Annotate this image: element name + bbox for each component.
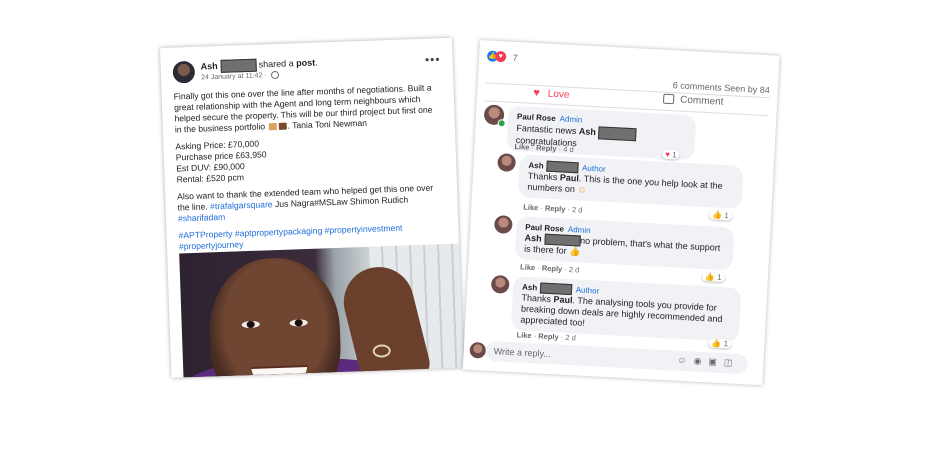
love-reaction-icon: ♥ [665, 149, 671, 160]
comment-text-part: is there for [523, 243, 567, 256]
camera-icon[interactable]: ◉ [693, 356, 708, 367]
comment-age[interactable]: 2 d [569, 265, 580, 275]
comment-text-part: numbers on [527, 181, 576, 195]
commenter-name[interactable]: Ash [528, 161, 544, 171]
hashtag-link[interactable]: #trafalgarsquare [210, 199, 273, 211]
comment-reaction[interactable]: ♥ 1 [662, 149, 680, 160]
post-timestamp[interactable]: 24 January at 11:42 · [201, 70, 279, 82]
like-reaction-icon: 👍 [704, 272, 716, 282]
globe-icon [270, 70, 279, 80]
post-line-text: in the business portfolio [174, 121, 266, 135]
comment-age[interactable]: 4 d [563, 145, 574, 155]
post-paragraph-1: Finally got this one over the line after… [174, 82, 445, 135]
comment-reply-button[interactable]: Reply [545, 204, 566, 214]
commenter-avatar[interactable] [493, 215, 513, 234]
author-badge: Author [581, 163, 606, 174]
gif-icon[interactable]: ▣ [708, 356, 724, 367]
sticker-icon[interactable]: ◫ [724, 357, 740, 368]
mention-link[interactable]: Ash [579, 126, 597, 137]
comment-text-part: Thanks [521, 292, 552, 305]
post-body: Finally got this one over the line after… [174, 82, 450, 258]
comments-card: 👍♥ 7 6 comments Seen by 84 ♥ Love Comment… [462, 40, 780, 386]
reaction-count: 1 [723, 339, 729, 349]
reactions-summary[interactable]: 👍♥ 7 [486, 50, 518, 66]
author-name[interactable]: Ash [200, 61, 217, 72]
comment-actions: Like · Reply · 4 d [514, 141, 574, 155]
comment-reaction[interactable]: 👍 1 [701, 271, 725, 283]
more-options-icon[interactable]: ••• [425, 52, 441, 67]
love-button[interactable]: ♥ Love [533, 87, 570, 101]
comment-reaction[interactable]: 👍 1 [708, 338, 732, 349]
redacted-name [598, 126, 637, 142]
reply-tools: ☺◉▣◫ [677, 355, 740, 369]
house-emoji-icon [268, 123, 277, 131]
comment-button[interactable]: Comment [662, 94, 724, 108]
comment-reply-button[interactable]: Reply [542, 264, 563, 274]
current-user-avatar[interactable] [469, 341, 487, 359]
author-avatar[interactable] [172, 60, 196, 84]
commenter-avatar[interactable] [490, 274, 510, 294]
comment-actions: Like · Reply · 2 d [519, 262, 580, 275]
post-date[interactable]: 24 January at 11:42 [201, 72, 263, 81]
shared-text: shared a [258, 58, 294, 70]
like-reaction-icon: 👍 [711, 338, 722, 349]
commenter-avatar[interactable] [497, 153, 517, 173]
post-photo[interactable] [179, 243, 464, 378]
commenter-name[interactable]: Ash [522, 283, 538, 293]
love-reaction-icon: ♥ [494, 50, 507, 63]
tagged-people[interactable]: Tania Toni Newman [292, 118, 367, 131]
comment-reaction[interactable]: 👍 1 [708, 210, 733, 221]
comment-like-button[interactable]: Like [516, 330, 531, 340]
comment-text-part: Thanks [527, 170, 558, 183]
online-status-icon [497, 119, 506, 128]
comment-reply-button[interactable]: Reply [536, 143, 557, 153]
comment-age[interactable]: 2 d [572, 205, 583, 215]
admin-badge: Admin [567, 224, 591, 236]
comment-like-button[interactable]: Like [514, 142, 529, 152]
post-figures: Asking Price: £70,000 Purchase price £63… [175, 132, 446, 185]
comment-like-button[interactable]: Like [523, 203, 538, 213]
mention-link[interactable]: Paul [560, 173, 580, 184]
emoji-icon[interactable]: ☺ [677, 355, 694, 366]
photo-eye [241, 320, 260, 329]
reaction-count: 1 [716, 272, 722, 282]
heart-icon: ♥ [532, 86, 541, 100]
like-reaction-icon: 👍 [711, 210, 723, 220]
reaction-count: 1 [724, 211, 730, 221]
reaction-count[interactable]: 7 [512, 52, 518, 62]
mention-link[interactable]: Paul [553, 294, 573, 305]
comment-age[interactable]: 2 d [565, 333, 576, 343]
comment-label: Comment [679, 94, 724, 108]
comment-actions: Like · Reply · 2 d [516, 330, 577, 343]
photo-face [207, 255, 343, 378]
smile-emoji-icon: ☺ [577, 184, 587, 195]
photo-eye [289, 319, 308, 327]
comment-bubble-icon [662, 94, 675, 105]
thumbs-emoji-icon: 👍 [568, 246, 581, 257]
post-thanks: Also want to thank the extended team who… [177, 182, 448, 224]
comment-like-button[interactable]: Like [520, 262, 535, 272]
photo-smile [251, 365, 308, 378]
admin-badge: Admin [559, 114, 583, 125]
briefcase-emoji-icon [278, 122, 287, 131]
shared-post-link[interactable]: post [296, 57, 315, 68]
comment-reply-button[interactable]: Reply [538, 331, 559, 341]
post-line-text: the line. [177, 201, 208, 213]
redacted-name [219, 58, 257, 73]
reply-placeholder: Write a reply... [493, 346, 552, 360]
comment-actions: Like · Reply · 2 d [523, 202, 583, 215]
author-badge: Author [575, 285, 600, 296]
mention-link[interactable]: Ash [524, 233, 542, 244]
post-card: Ash shared a post. 24 January at 11:42 ·… [160, 37, 464, 378]
reaction-count: 1 [672, 150, 677, 160]
comment-text-part: Fantastic news [516, 122, 577, 137]
love-label: Love [547, 88, 570, 101]
